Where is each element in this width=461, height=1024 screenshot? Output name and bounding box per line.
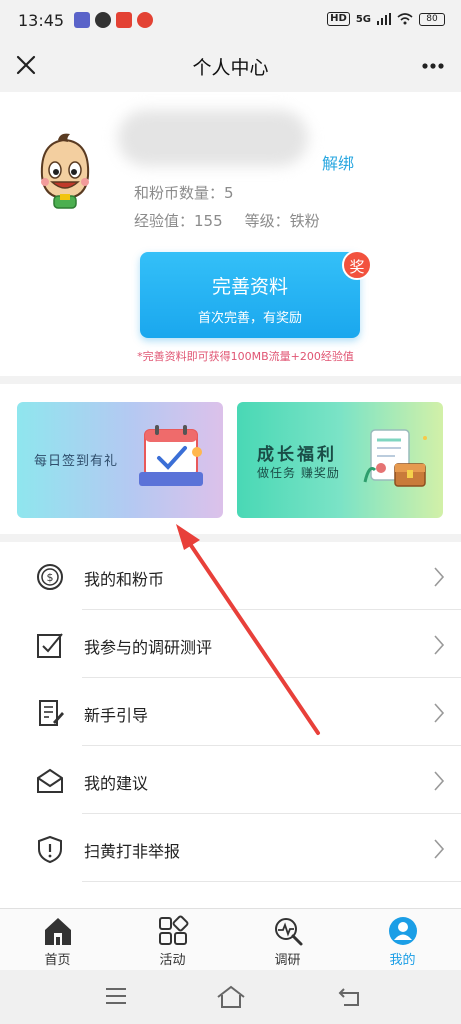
chevron-right-icon (434, 703, 445, 723)
coins-value: 5 (224, 184, 234, 202)
menu-item-label: 新手引导 (84, 706, 149, 725)
home-icon (45, 918, 71, 945)
menu-item-label: 我的和粉币 (84, 570, 165, 589)
status-bar: 13:45 HD 5G 80 (0, 0, 461, 42)
menu-item-my-surveys[interactable]: 我参与的调研测评 (0, 610, 461, 678)
coins-count: 和粉币数量：5 (134, 182, 234, 203)
tab-label: 调研 (274, 953, 301, 968)
treasure-chest-icon (363, 429, 427, 487)
tab-research[interactable]: 调研 (230, 909, 345, 971)
status-time: 13:45 (18, 11, 65, 30)
user-icon (389, 917, 417, 945)
weibo-icon (137, 12, 153, 28)
divider (82, 881, 461, 882)
svg-text:$: $ (47, 571, 54, 584)
survey-check-icon (37, 633, 63, 658)
coins-label: 和粉币数量： (134, 184, 225, 202)
profile-section: 解绑 和粉币数量：5 经验值：155 等级：铁粉 完善资料 首次完善，有奖励 奖 … (0, 92, 461, 376)
growth-subtitle: 做任务 赚奖励 (257, 466, 340, 480)
daily-checkin-card[interactable]: 每日签到有礼 (17, 402, 223, 518)
tab-home[interactable]: 首页 (0, 909, 115, 971)
hd-badge: HD (327, 12, 350, 26)
menu-item-label: 扫黄打非举报 (84, 842, 181, 861)
nav-bar: 个人中心 (0, 42, 461, 90)
menu-item-my-suggestions[interactable]: 我的建议 (0, 746, 461, 814)
system-nav-bar (0, 970, 461, 1024)
app-notification-icon (116, 12, 132, 28)
grid-icon (159, 915, 189, 945)
reward-badge: 奖 (342, 250, 372, 280)
more-icon[interactable] (419, 52, 447, 80)
reward-hint: *完善资料即可获得100MB流量+200经验值 (137, 350, 354, 363)
signal-icon (377, 13, 391, 25)
chevron-right-icon (434, 839, 445, 859)
message-icon (95, 12, 111, 28)
chevron-right-icon (434, 771, 445, 791)
level-value: 铁粉 (289, 212, 320, 230)
back-icon[interactable] (338, 985, 364, 1007)
app-notification-icon (74, 12, 90, 28)
page-title: 个人中心 (192, 57, 269, 79)
tab-label: 我的 (389, 953, 416, 968)
growth-title: 成长福利 (257, 445, 337, 465)
avatar[interactable] (30, 130, 100, 210)
tab-bar: 首页 活动 调研 我的 (0, 908, 461, 970)
checkin-label: 每日签到有礼 (34, 454, 119, 469)
tab-label: 首页 (44, 953, 71, 968)
research-icon (275, 918, 303, 946)
home-button-icon[interactable] (216, 985, 246, 1009)
chevron-right-icon (434, 567, 445, 587)
menu-icon[interactable] (104, 985, 128, 1007)
shield-alert-icon (38, 835, 62, 864)
signal-label: 5G (355, 13, 371, 25)
complete-profile-button[interactable]: 完善资料 首次完善，有奖励 (140, 252, 360, 338)
menu-item-label: 我的建议 (84, 774, 149, 793)
tab-mine[interactable]: 我的 (345, 909, 460, 971)
tab-label: 活动 (159, 953, 186, 968)
tab-activity[interactable]: 活动 (115, 909, 230, 971)
calendar-check-icon (139, 425, 203, 486)
complete-profile-title: 完善资料 (211, 276, 288, 298)
guide-doc-icon (39, 700, 64, 726)
experience-level: 经验值：155 等级：铁粉 (134, 210, 320, 231)
status-right: HD 5G 80 (327, 12, 445, 26)
promo-cards: 每日签到有礼 成长福利 做任务 赚奖励 (0, 384, 461, 534)
chevron-right-icon (434, 635, 445, 655)
growth-benefits-card[interactable]: 成长福利 做任务 赚奖励 (237, 402, 443, 518)
coin-icon: $ (37, 564, 63, 590)
complete-profile-subtitle: 首次完善，有奖励 (197, 311, 302, 326)
wifi-icon (397, 13, 413, 25)
envelope-icon (37, 768, 63, 793)
level-label: 等级： (244, 212, 290, 230)
menu-item-beginner-guide[interactable]: 新手引导 (0, 678, 461, 746)
menu-list: $ 我的和粉币 我参与的调研测评 新手引导 我的建议 扫黄打非举报 (0, 542, 461, 908)
exp-value: 155 (194, 212, 223, 230)
menu-item-report[interactable]: 扫黄打非举报 (0, 814, 461, 882)
notification-icons (74, 12, 153, 28)
battery-icon: 80 (419, 12, 445, 26)
unbind-link[interactable]: 解绑 (322, 150, 354, 174)
menu-item-my-coins[interactable]: $ 我的和粉币 (0, 542, 461, 610)
exp-label: 经验值： (134, 212, 195, 230)
username-blurred (118, 110, 308, 166)
menu-item-label: 我参与的调研测评 (84, 638, 213, 657)
